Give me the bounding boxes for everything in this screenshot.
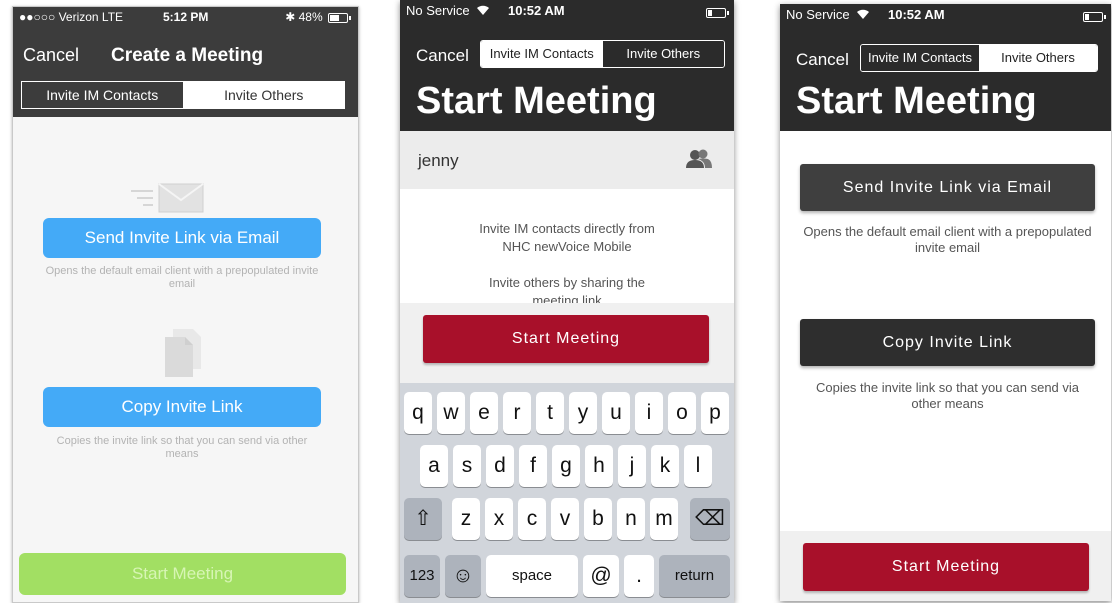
battery-icon (1081, 8, 1106, 23)
invite-tabs: Invite IM Contacts Invite Others (480, 40, 725, 68)
info-line: Invite others by sharing the (488, 275, 646, 290)
key-y[interactable]: y (569, 392, 597, 434)
info-line: meeting link (532, 293, 602, 303)
tab-invite-im-contacts[interactable]: Invite IM Contacts (481, 41, 603, 67)
key-z[interactable]: z (452, 498, 480, 540)
invite-tabs: Invite IM Contacts Invite Others (21, 81, 345, 109)
bluetooth-icon: ✱ (285, 10, 296, 24)
key-l[interactable]: l (684, 445, 712, 487)
info-line: Invite IM contacts directly from (479, 221, 655, 236)
key-w[interactable]: w (437, 392, 465, 434)
invite-tabs: Invite IM Contacts Invite Others (860, 44, 1098, 72)
battery-icon (704, 4, 729, 19)
contact-search-input[interactable]: jenny (418, 151, 459, 171)
key-o[interactable]: o (668, 392, 696, 434)
key-j[interactable]: j (618, 445, 646, 487)
return-key[interactable]: return (659, 555, 730, 597)
page-title: Create a Meeting (111, 45, 264, 66)
battery-status: ✱ 48% (285, 10, 351, 24)
nav-header: No Service 10:52 AM Cancel Invite IM Con… (780, 4, 1111, 131)
key-k[interactable]: k (651, 445, 679, 487)
start-meeting-button[interactable]: Start Meeting (803, 543, 1089, 591)
info-line: NHC newVoice Mobile (502, 239, 632, 254)
status-bar: No Service 10:52 AM (400, 0, 734, 20)
start-meeting-others-screen: No Service 10:52 AM Cancel Invite IM Con… (780, 4, 1111, 601)
key-m[interactable]: m (650, 498, 678, 540)
space-key[interactable]: space (486, 555, 578, 597)
key-x[interactable]: x (485, 498, 513, 540)
key-a[interactable]: a (420, 445, 448, 487)
at-key[interactable]: @ (583, 555, 619, 597)
create-meeting-screen: ●●○○○ Verizon LTE 5:12 PM ✱ 48% Cancel C… (12, 6, 359, 603)
send-invite-email-description: Opens the default email client with a pr… (803, 224, 1092, 255)
key-t[interactable]: t (536, 392, 564, 434)
key-g[interactable]: g (552, 445, 580, 487)
key-q[interactable]: q (404, 392, 432, 434)
clock: 10:52 AM (888, 7, 945, 22)
copy-document-icon (165, 329, 205, 379)
key-b[interactable]: b (584, 498, 612, 540)
key-v[interactable]: v (551, 498, 579, 540)
start-meeting-button[interactable]: Start Meeting (19, 553, 346, 595)
tab-invite-others[interactable]: Invite Others (979, 45, 1097, 71)
nav-header: ●●○○○ Verizon LTE 5:12 PM ✱ 48% Cancel C… (13, 7, 358, 117)
key-n[interactable]: n (617, 498, 645, 540)
battery-icon (328, 12, 351, 23)
page-title: Start Meeting (796, 80, 1037, 122)
start-meeting-button[interactable]: Start Meeting (423, 315, 709, 363)
contact-search-field[interactable]: jenny (400, 131, 734, 189)
delete-key[interactable]: ⌫ (690, 498, 730, 540)
clock: 10:52 AM (508, 3, 565, 18)
period-key[interactable]: . (624, 555, 654, 597)
key-u[interactable]: u (602, 392, 630, 434)
info-text: Invite IM contacts directly from NHC new… (400, 189, 734, 303)
send-invite-email-button[interactable]: Send Invite Link via Email (800, 164, 1095, 211)
key-f[interactable]: f (519, 445, 547, 487)
contacts-icon[interactable] (686, 149, 712, 174)
cancel-button[interactable]: Cancel (796, 50, 849, 70)
numbers-key[interactable]: 123 (404, 555, 440, 597)
carrier-label: No Service (406, 3, 490, 18)
key-c[interactable]: c (518, 498, 546, 540)
key-p[interactable]: p (701, 392, 729, 434)
clock: 5:12 PM (163, 10, 209, 24)
cancel-button[interactable]: Cancel (416, 46, 469, 66)
status-bar: ●●○○○ Verizon LTE 5:12 PM ✱ 48% (13, 7, 358, 27)
carrier-label: ●●○○○ Verizon LTE (19, 10, 124, 24)
battery-percent: 48% (298, 10, 323, 24)
status-bar: No Service 10:52 AM (780, 4, 1111, 24)
wifi-icon (477, 5, 490, 15)
copy-invite-link-description: Copies the invite link so that you can s… (815, 380, 1080, 411)
key-s[interactable]: s (453, 445, 481, 487)
cancel-button[interactable]: Cancel (23, 45, 79, 66)
page-title: Start Meeting (416, 80, 657, 122)
start-bar: Start Meeting (400, 303, 734, 383)
emoji-key[interactable]: ☺ (445, 555, 481, 597)
tab-invite-im-contacts[interactable]: Invite IM Contacts (22, 82, 184, 108)
key-i[interactable]: i (635, 392, 663, 434)
copy-invite-link-button[interactable]: Copy Invite Link (800, 319, 1095, 366)
tab-invite-im-contacts[interactable]: Invite IM Contacts (861, 45, 979, 71)
key-r[interactable]: r (503, 392, 531, 434)
key-h[interactable]: h (585, 445, 613, 487)
send-invite-email-description: Opens the default email client with a pr… (45, 265, 319, 290)
key-d[interactable]: d (486, 445, 514, 487)
keyboard: q w e r t y u i o p a s d f g h j k l ⇧ … (400, 383, 734, 603)
tab-invite-others[interactable]: Invite Others (602, 41, 724, 67)
envelope-icon (131, 182, 211, 214)
tab-invite-others[interactable]: Invite Others (183, 82, 344, 108)
carrier-label: No Service (786, 7, 870, 22)
send-invite-email-button[interactable]: Send Invite Link via Email (43, 218, 321, 258)
copy-invite-link-description: Copies the invite link so that you can s… (56, 435, 308, 460)
nav-header: No Service 10:52 AM Cancel Invite IM Con… (400, 0, 734, 131)
start-meeting-im-screen: No Service 10:52 AM Cancel Invite IM Con… (400, 0, 734, 603)
key-e[interactable]: e (470, 392, 498, 434)
shift-key[interactable]: ⇧ (404, 498, 442, 540)
wifi-icon (857, 9, 870, 19)
copy-invite-link-button[interactable]: Copy Invite Link (43, 387, 321, 427)
start-bar: Start Meeting (780, 531, 1111, 601)
